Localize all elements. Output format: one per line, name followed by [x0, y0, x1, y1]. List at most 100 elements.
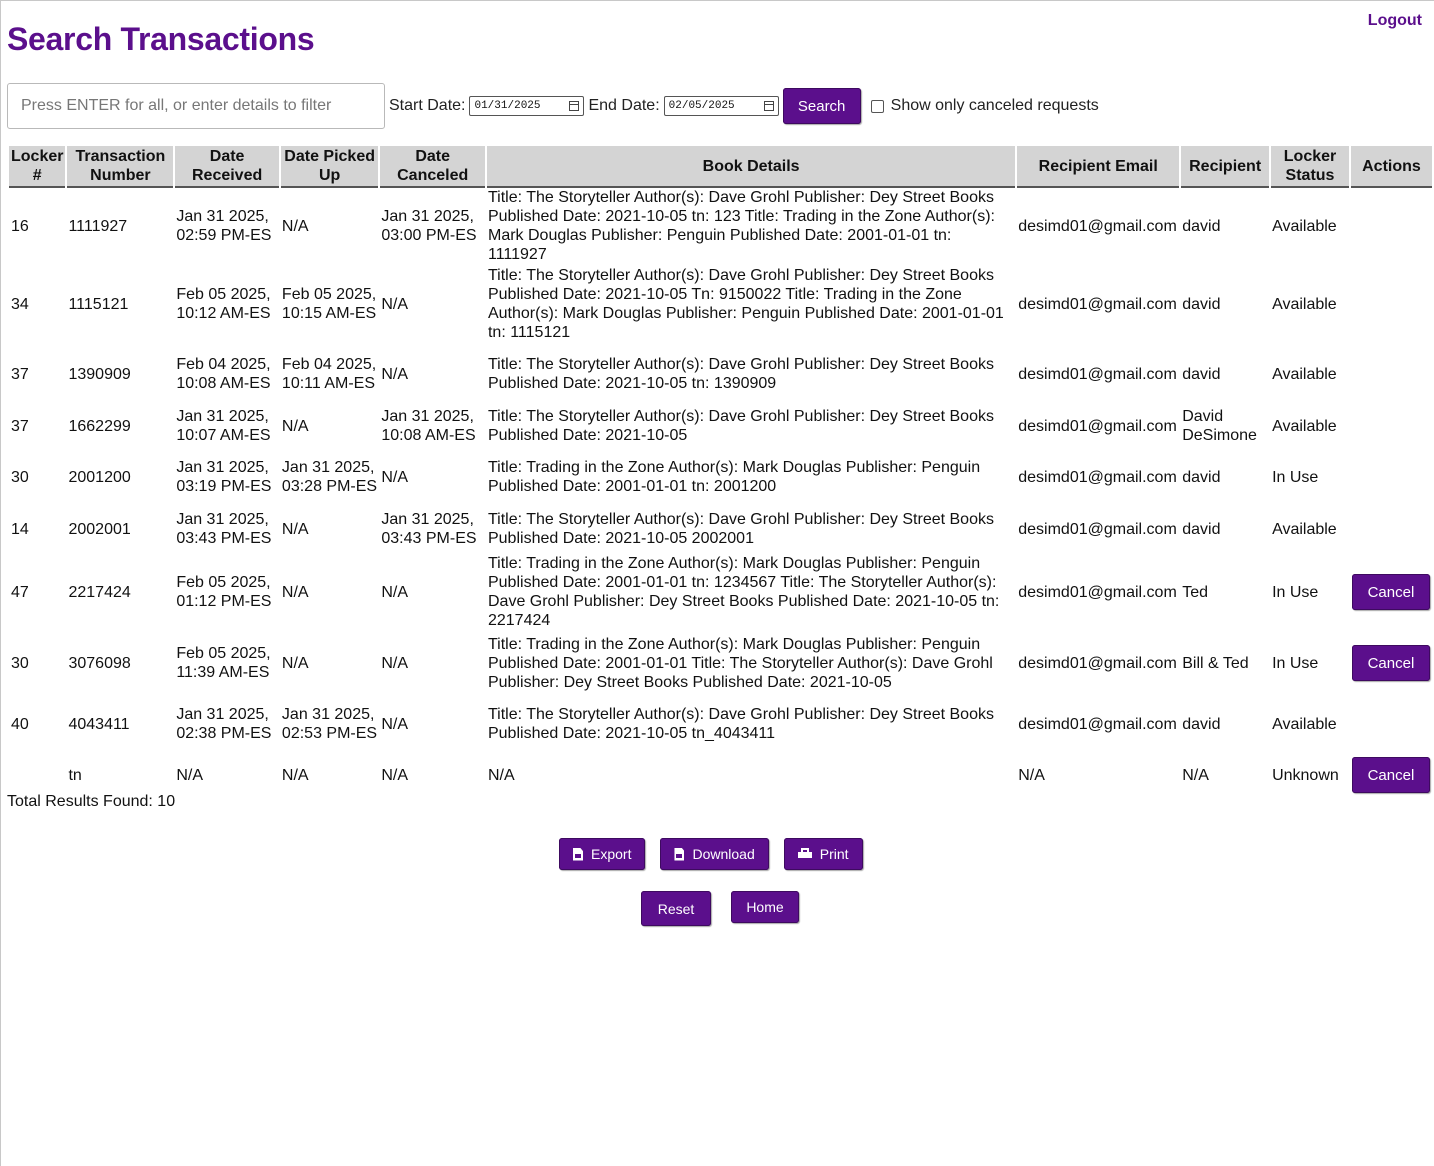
- export-label: Export: [591, 846, 632, 862]
- cell-locker: 34: [11, 295, 29, 313]
- cell-recipient-email: N/A: [1018, 766, 1045, 784]
- calendar-icon[interactable]: [569, 101, 580, 111]
- cell-actions: [1350, 448, 1432, 506]
- cell-locker: 40: [11, 715, 29, 733]
- cell-transaction: 1662299: [68, 417, 131, 435]
- cancel-button[interactable]: Cancel: [1351, 574, 1430, 610]
- col-header-received[interactable]: Date Received: [173, 146, 280, 187]
- cell-actions: [1350, 506, 1432, 552]
- cell-recipient: david: [1182, 520, 1221, 538]
- cell-received: Jan 31 2025, 03:19 PM-ES: [176, 459, 272, 495]
- cell-locker-status: Available: [1272, 715, 1337, 733]
- export-actions: Export Download Print: [559, 838, 863, 870]
- cell-received: Jan 31 2025, 10:07 AM-ES: [176, 408, 271, 444]
- reset-button[interactable]: Reset: [641, 891, 711, 926]
- col-header-picked[interactable]: Date Picked Up: [278, 146, 380, 187]
- table-row: 30 2001200 Jan 31 2025, 03:19 PM-ES Jan 31 …: [9, 448, 1432, 506]
- cell-received: Feb 05 2025, 01:12 PM-ES: [176, 574, 272, 610]
- logout-link[interactable]: Logout: [1368, 12, 1422, 30]
- table-row: 30 3076098 Feb 05 2025, 11:39 AM-ES N/A N/A T…: [9, 632, 1432, 694]
- print-label: Print: [819, 846, 849, 862]
- table-row: 40 4043411 Jan 31 2025, 02:38 PM-ES Jan 31 …: [9, 694, 1432, 754]
- print-button[interactable]: Print: [783, 838, 863, 870]
- cell-locker-status: In Use: [1272, 654, 1319, 672]
- cell-canceled: N/A: [381, 295, 409, 313]
- col-header-recipient[interactable]: Recipient: [1179, 146, 1271, 187]
- cell-locker: 47: [11, 583, 29, 601]
- cell-received: Feb 04 2025, 10:08 AM-ES: [176, 356, 271, 392]
- cell-recipient-email: desimd01@gmail.com: [1018, 654, 1177, 672]
- canceled-only-checkbox[interactable]: [870, 99, 884, 113]
- cell-canceled: Jan 31 2025, 03:00 PM-ES: [381, 208, 477, 244]
- cell-actions: [1350, 264, 1432, 344]
- cell-recipient: david: [1182, 295, 1221, 313]
- search-input[interactable]: [7, 83, 385, 129]
- cell-transaction: 2002001: [68, 520, 131, 538]
- cell-picked-up: N/A: [281, 654, 309, 672]
- cell-picked-up: N/A: [281, 520, 309, 538]
- cell-received: Jan 31 2025, 02:38 PM-ES: [176, 706, 272, 742]
- table-row: tn N/A N/A N/A N/A N/A N/A Unknown Cancel: [9, 754, 1432, 796]
- cell-canceled: Jan 31 2025, 10:08 AM-ES: [381, 408, 476, 444]
- cell-locker-status: Available: [1272, 295, 1337, 313]
- table-row: 37 1390909 Feb 04 2025, 10:08 AM-ES Feb 04 …: [9, 344, 1432, 404]
- cell-book-details: Title: The Storyteller Author(s): Dave G…: [487, 706, 994, 742]
- col-header-transaction[interactable]: Transaction Number: [65, 146, 175, 187]
- cell-actions: Cancel: [1350, 552, 1432, 632]
- col-header-locker[interactable]: Locker #: [9, 146, 67, 187]
- cell-recipient: Bill & Ted: [1182, 654, 1249, 672]
- cell-recipient: David DeSimone: [1182, 408, 1257, 444]
- table-row: 16 1111927 Jan 31 2025, 02:59 PM-ES N/A Jan …: [9, 187, 1432, 264]
- cell-received: Jan 31 2025, 02:59 PM-ES: [176, 208, 272, 244]
- home-button[interactable]: Home: [731, 891, 799, 923]
- cell-book-details: Title: Trading in the Zone Author(s): Ma…: [487, 459, 981, 495]
- cell-locker: 30: [11, 468, 29, 486]
- cell-actions: Cancel: [1350, 754, 1432, 796]
- start-date-input[interactable]: 01/31/2025: [469, 96, 585, 116]
- download-button[interactable]: Download: [660, 838, 769, 870]
- cell-canceled: N/A: [381, 468, 409, 486]
- col-header-email[interactable]: Recipient Email: [1015, 146, 1181, 187]
- end-date-input[interactable]: 02/05/2025: [663, 96, 779, 116]
- cell-recipient-email: desimd01@gmail.com: [1018, 417, 1177, 435]
- cell-picked-up: N/A: [281, 583, 309, 601]
- cell-recipient: david: [1182, 365, 1221, 383]
- cancel-button[interactable]: Cancel: [1351, 645, 1430, 681]
- cell-picked-up: Feb 05 2025, 10:15 AM-ES: [281, 286, 377, 322]
- cell-locker-status: In Use: [1272, 583, 1319, 601]
- cell-locker: 14: [11, 520, 29, 538]
- export-button[interactable]: Export: [559, 838, 646, 870]
- cell-picked-up: Feb 04 2025, 10:11 AM-ES: [281, 356, 377, 392]
- calendar-icon[interactable]: [763, 101, 774, 111]
- cell-transaction: tn: [68, 766, 82, 784]
- cell-book-details: Title: The Storyteller Author(s): Dave G…: [487, 511, 994, 547]
- col-header-canceled[interactable]: Date Canceled: [378, 146, 486, 187]
- page-title: Search Transactions: [7, 21, 315, 57]
- col-header-book[interactable]: Book Details: [484, 146, 1017, 187]
- cell-canceled: N/A: [381, 654, 409, 672]
- download-label: Download: [692, 846, 755, 862]
- search-button[interactable]: Search: [782, 88, 861, 124]
- total-results: Total Results Found: 10: [7, 793, 176, 810]
- start-date-label: Start Date:: [389, 97, 466, 114]
- cell-recipient-email: desimd01@gmail.com: [1018, 468, 1177, 486]
- cell-locker-status: Available: [1272, 520, 1337, 538]
- cell-locker-status: Available: [1272, 417, 1337, 435]
- cell-picked-up: N/A: [281, 217, 309, 235]
- end-date-label: End Date:: [588, 97, 660, 114]
- cancel-button[interactable]: Cancel: [1351, 757, 1430, 793]
- transactions-table: Locker # Transaction Number Date Receive…: [9, 146, 1432, 796]
- table-header-row: Locker # Transaction Number Date Receive…: [9, 146, 1432, 187]
- cell-actions: Cancel: [1350, 632, 1432, 694]
- cell-locker: 37: [11, 417, 29, 435]
- cell-recipient-email: desimd01@gmail.com: [1018, 520, 1177, 538]
- cell-book-details: Title: Trading in the Zone Author(s): Ma…: [487, 635, 993, 691]
- cell-recipient: david: [1182, 468, 1221, 486]
- cell-canceled: N/A: [381, 766, 409, 784]
- cell-actions: [1350, 404, 1432, 448]
- cell-transaction: 1390909: [68, 365, 131, 383]
- cell-recipient: N/A: [1182, 766, 1209, 784]
- col-header-status[interactable]: Locker Status: [1269, 146, 1350, 187]
- table-row: 14 2002001 Jan 31 2025, 03:43 PM-ES N/A Jan …: [9, 506, 1432, 552]
- start-date-value: 01/31/2025: [474, 100, 541, 112]
